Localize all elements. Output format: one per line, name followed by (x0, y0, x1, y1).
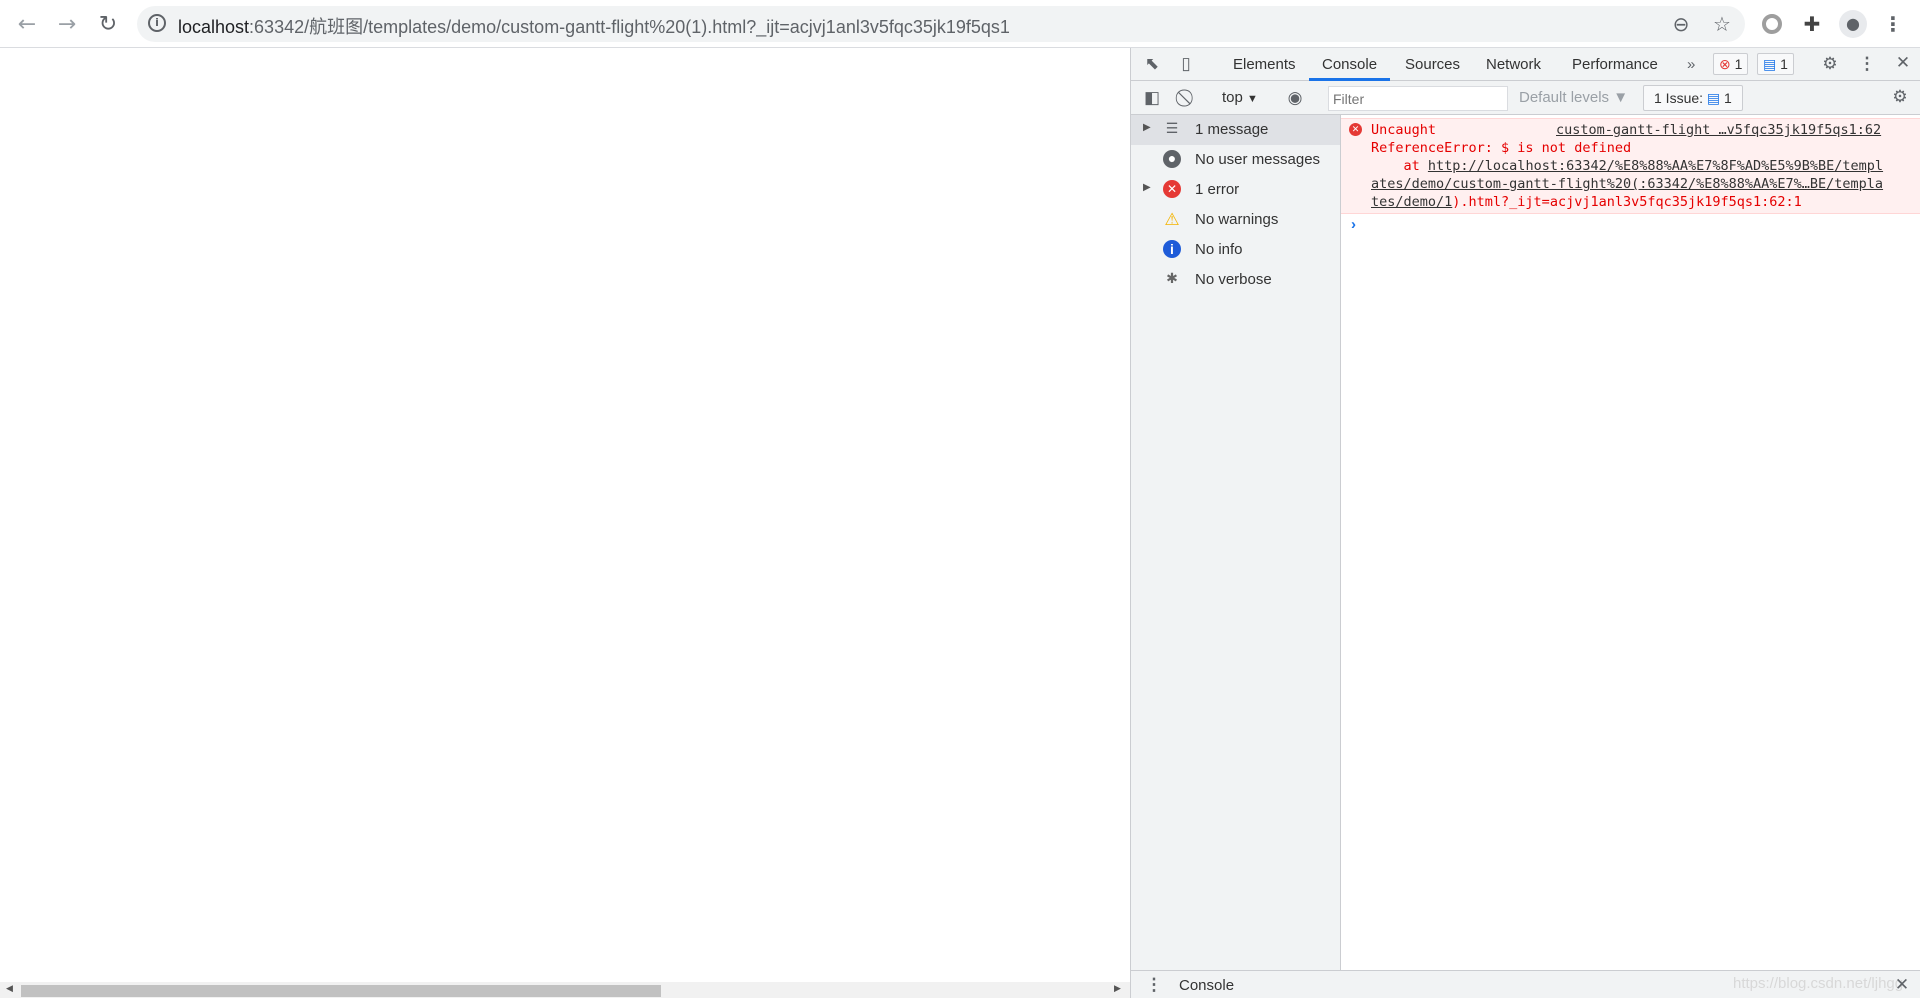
browser-toolbar: ← → ↻ i localhost:63342/航班图/templates/de… (0, 0, 1920, 48)
live-expression-eye-icon[interactable]: ◉ (1284, 88, 1306, 108)
error-text: ReferenceError: $ is not defined (1371, 140, 1632, 156)
devtools-menu-icon[interactable]: ⋮ (1856, 54, 1878, 74)
device-toolbar-icon[interactable]: ▯ (1175, 54, 1197, 74)
devtools-tabbar: ⬉ ▯ Elements Console Sources Network Per… (1131, 48, 1920, 81)
scroll-left-arrow[interactable]: ◀ (6, 984, 13, 994)
close-drawer-icon[interactable]: ✕ (1891, 975, 1913, 995)
drawer-tab-console[interactable]: Console (1179, 977, 1234, 994)
error-icon: ✕ (1349, 123, 1362, 136)
stack-link[interactable]: ates/demo/custom-gantt-flight%20(:63342/… (1371, 176, 1883, 192)
console-sidebar: ▶ ☰ 1 message ● No user messages ▶ ✕ 1 error … (1131, 115, 1341, 970)
sidebar-item-label: No warnings (1195, 211, 1279, 228)
filter-input[interactable] (1328, 86, 1508, 111)
back-button[interactable]: ← (14, 12, 40, 37)
expand-arrow-icon[interactable]: ▶ (1143, 122, 1151, 133)
list-icon: ☰ (1165, 120, 1179, 136)
bookmark-star-icon[interactable]: ☆ (1709, 12, 1735, 36)
error-icon: ✕ (1163, 180, 1181, 198)
warning-icon: ⚠ (1164, 210, 1180, 229)
tab-sources[interactable]: Sources (1405, 56, 1460, 73)
browser-menu-icon[interactable]: ⋮ (1880, 12, 1906, 36)
extensions-puzzle-icon[interactable]: ✚ (1799, 12, 1825, 36)
tab-elements[interactable]: Elements (1233, 56, 1296, 73)
issues-count: 1 (1724, 90, 1732, 106)
zoom-icon[interactable]: ⊖ (1668, 12, 1694, 36)
error-title: Uncaught (1371, 122, 1437, 138)
clear-console-icon[interactable]: ⃠ (1177, 88, 1199, 108)
user-icon: ● (1163, 150, 1181, 168)
bug-icon: ✱ (1166, 270, 1178, 286)
sidebar-item-user-messages[interactable]: ● No user messages (1131, 145, 1340, 175)
url-path: :63342/航班图/templates/demo/custom-gantt-f… (249, 17, 1010, 37)
sidebar-item-errors[interactable]: ▶ ✕ 1 error (1131, 175, 1340, 205)
reload-button[interactable]: ↻ (95, 12, 121, 37)
info-icon: i (1163, 240, 1181, 258)
console-prompt-icon[interactable]: › (1351, 216, 1356, 233)
message-count: 1 (1780, 56, 1788, 72)
issues-label: 1 Issue: (1654, 90, 1704, 106)
tab-performance[interactable]: Performance (1572, 56, 1658, 73)
tab-network[interactable]: Network (1486, 56, 1541, 73)
stack-tail: ).html?_ijt=acjvj1anl3v5fqc35jk19f5qs1:6… (1452, 194, 1802, 210)
sidebar-item-warnings[interactable]: ⚠ No warnings (1131, 205, 1340, 235)
issue-icon: ▤ (1706, 90, 1721, 106)
url-text[interactable]: localhost:63342/航班图/templates/demo/custo… (178, 13, 1010, 39)
expand-arrow-icon[interactable]: ▶ (1143, 182, 1151, 193)
sidebar-toggle-icon[interactable]: ◧ (1141, 88, 1163, 108)
error-source-link[interactable]: custom-gantt-flight …v5fqc35jk19f5qs1:62 (1556, 122, 1881, 138)
close-devtools-icon[interactable]: ✕ (1892, 53, 1914, 73)
forward-button[interactable]: → (54, 12, 80, 37)
console-settings-icon[interactable]: ⚙ (1889, 87, 1911, 107)
sidebar-item-label: No user messages (1195, 151, 1321, 168)
watermark: https://blog.csdn.net/ljhgg (1733, 975, 1904, 992)
log-levels-dropdown[interactable]: Default levels ▼ (1519, 89, 1628, 106)
profile-avatar[interactable]: ● (1839, 10, 1867, 38)
sidebar-item-verbose[interactable]: ✱ No verbose (1131, 265, 1340, 295)
sidebar-item-label: No info (1195, 241, 1243, 258)
sidebar-item-label: 1 message (1195, 121, 1269, 138)
console-toolbar: ◧ ⃠ top ▼ ◉ Default levels ▼ 1 Issue: ▤ … (1131, 81, 1920, 115)
sidebar-item-label: 1 error (1195, 181, 1240, 198)
scroll-right-arrow[interactable]: ▶ (1114, 984, 1121, 994)
inspect-element-icon[interactable]: ⬉ (1141, 54, 1163, 74)
settings-gear-icon[interactable]: ⚙ (1819, 54, 1841, 74)
issues-button[interactable]: 1 Issue: ▤ 1 (1643, 85, 1743, 111)
error-icon: ⊗ (1719, 56, 1731, 72)
stack-link[interactable]: http://localhost:63342/%E8%88%AA%E7%8F%A… (1428, 158, 1883, 174)
console-error-message: ✕ Uncaught custom-gantt-flight …v5fqc35j… (1341, 118, 1920, 214)
url-host: localhost (178, 17, 250, 37)
context-selector[interactable]: top ▼ (1222, 89, 1258, 106)
drawer-menu-icon[interactable]: ⋮ (1143, 975, 1165, 995)
stack-link[interactable]: tes/demo/1 (1371, 194, 1452, 210)
scrollbar-thumb[interactable] (21, 985, 661, 997)
levels-label: Default levels (1519, 89, 1610, 106)
sidebar-item-label: No verbose (1195, 271, 1272, 288)
stack-at: at (1371, 158, 1428, 174)
devtools-panel: ⬉ ▯ Elements Console Sources Network Per… (1130, 48, 1920, 998)
page-content (0, 48, 1130, 998)
more-tabs-icon[interactable]: » (1687, 56, 1695, 73)
error-count: 1 (1734, 56, 1743, 72)
extension-circle-icon[interactable] (1762, 14, 1782, 34)
site-info-icon[interactable]: i (148, 14, 166, 32)
sidebar-item-messages[interactable]: ▶ ☰ 1 message (1131, 115, 1340, 145)
message-icon: ▤ (1763, 56, 1777, 72)
tab-console[interactable]: Console (1322, 56, 1377, 73)
bottom-drawer: ⋮ Console https://blog.csdn.net/ljhgg ✕ (1131, 970, 1920, 998)
message-count-badge[interactable]: ▤ 1 (1757, 53, 1794, 75)
chevron-down-icon: ▼ (1247, 93, 1258, 105)
sidebar-item-info[interactable]: i No info (1131, 235, 1340, 265)
context-label: top (1222, 89, 1243, 106)
error-count-badge[interactable]: ⊗ 1 (1713, 53, 1749, 75)
